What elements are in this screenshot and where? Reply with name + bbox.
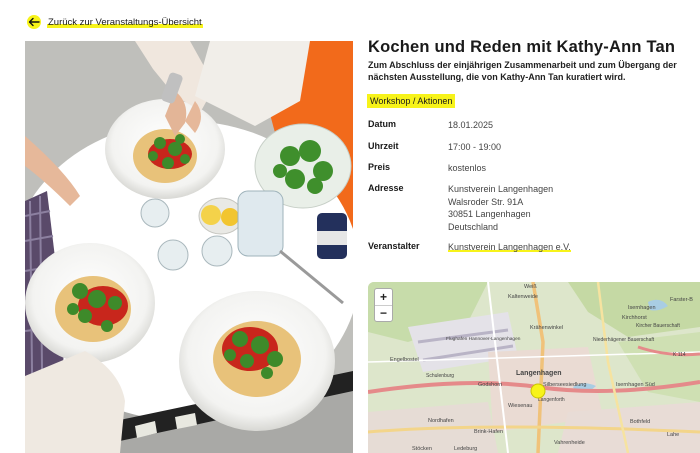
map-label: Kircher Bauerschaft (636, 323, 681, 329)
map-label: Lahe (667, 432, 679, 438)
event-subtitle: Zum Abschluss der einjährigen Zusammenar… (368, 60, 677, 82)
map-label: Farster-B (670, 297, 693, 303)
address-block: Kunstverein Langenhagen Walsroder Str. 9… (448, 183, 553, 233)
address-line: Kunstverein Langenhagen (448, 184, 554, 194)
map-label: Wiesenau (508, 403, 532, 409)
address-line: Deutschland (448, 221, 499, 232)
map-label: K 114 (673, 352, 686, 358)
map-label: Krähenwinkel (530, 325, 563, 331)
organizer-link[interactable]: Kunstverein Langenhagen e.V. (448, 242, 571, 252)
map-label: Kaltenweide (508, 294, 538, 300)
organizer-label: Veranstalter (368, 241, 420, 251)
organizer-value: Kunstverein Langenhagen e.V. (448, 241, 571, 254)
map-label: Niederhägener Bauerschaft (593, 337, 655, 343)
back-to-overview-link[interactable]: Zurück zur Veranstaltungs-Übersicht (27, 15, 203, 29)
map-label: Kirchhorst (622, 315, 647, 321)
map-label: Ledeburg (454, 446, 477, 452)
date-value: 18.01.2025 (448, 120, 494, 130)
map-label: Weiß (524, 284, 537, 290)
map-label: Flughafen Hannover-Langenhagen (446, 336, 521, 342)
address-line: Walsroder Str. 91A (448, 196, 524, 207)
map-label: Isernhagen Süd (616, 382, 655, 388)
map-label: Brink-Hafen (474, 429, 503, 435)
location-marker-icon (530, 383, 546, 399)
zoom-in-button[interactable]: + (375, 289, 392, 306)
price-label: Preis (368, 162, 391, 172)
map-label: Silberseesiedlung (543, 382, 586, 388)
map-label: Godshorn (478, 382, 502, 388)
map-label: Langenforth (538, 397, 565, 403)
map-label: Langenhagen (516, 370, 562, 377)
map-label: Nordhafen (428, 418, 454, 424)
address-line: 30851 Langenhagen (448, 209, 531, 219)
back-link-label: Zurück zur Veranstaltungs-Übersicht (47, 16, 203, 28)
map-label: Schulenburg (426, 373, 454, 379)
event-photo (25, 41, 353, 453)
time-value: 17:00 - 19:00 (448, 142, 502, 152)
map-zoom-control: + − (374, 288, 393, 322)
address-label: Adresse (368, 183, 404, 193)
map-label: Vahrenheide (554, 440, 585, 446)
price-value: kostenlos (448, 163, 487, 173)
map-label: Bothfeld (630, 419, 650, 425)
time-label: Uhrzeit (368, 141, 399, 151)
event-title: Kochen und Reden mit Kathy-Ann Tan (368, 38, 676, 56)
category-tag[interactable]: Workshop / Aktionen (367, 94, 456, 108)
map-label: Isernhagen (628, 305, 656, 311)
map-label: Engelbostel (390, 357, 419, 363)
arrow-left-icon (27, 15, 41, 29)
zoom-out-button[interactable]: − (375, 306, 392, 322)
map-label: Stöcken (412, 446, 432, 452)
location-map[interactable]: Weiß Kaltenweide Isernhagen Farster-B Ki… (368, 282, 700, 453)
date-label: Datum (368, 119, 397, 129)
